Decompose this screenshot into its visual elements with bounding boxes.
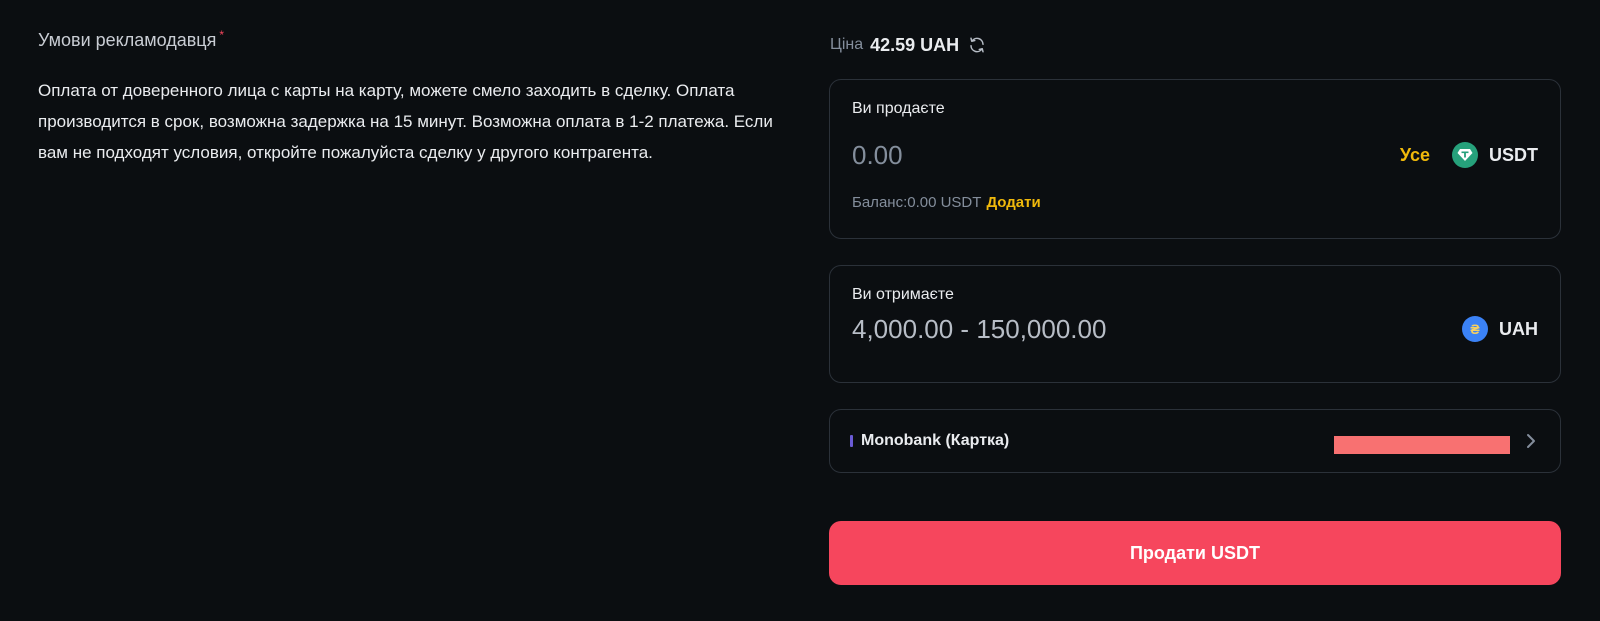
required-mark: *: [219, 28, 225, 42]
order-form: Ціна 42.59 UAH Ви продаєте Усе: [829, 30, 1561, 585]
receive-range: 4,000.00 - 150,000.00: [852, 313, 1107, 344]
max-button[interactable]: Усе: [1400, 145, 1430, 166]
terms-title-text: Умови рекламодавця: [38, 30, 217, 50]
sell-amount-row: Усе USDT: [852, 138, 1538, 172]
sell-amount-card: Ви продаєте Усе USDT Баланс:0.00: [829, 79, 1561, 239]
sell-amount-input[interactable]: [852, 139, 1400, 171]
hryvnia-icon: ₴: [1462, 316, 1488, 342]
receive-coin-label: UAH: [1499, 318, 1538, 339]
sell-usdt-button[interactable]: Продати USDT: [829, 521, 1561, 585]
receive-amount-card: Ви отримаєте 4,000.00 - 150,000.00 ₴ UAH: [829, 265, 1561, 383]
price-value: 42.59 UAH: [870, 34, 960, 55]
receive-card-label: Ви отримаєте: [852, 286, 954, 303]
sell-coin-label: USDT: [1489, 144, 1538, 165]
receive-amount-row: 4,000.00 - 150,000.00 ₴ UAH: [852, 312, 1538, 346]
balance-text: Баланс:0.00 USDT: [852, 194, 982, 211]
chevron-right-icon[interactable]: [1524, 432, 1538, 450]
balance-row: Баланс:0.00 USDT Додати: [852, 194, 1538, 211]
redacted-account: [1334, 436, 1510, 454]
payment-method-selector[interactable]: Monobank (Картка): [829, 409, 1561, 473]
deposit-link[interactable]: Додати: [986, 194, 1040, 211]
terms-title: Умови рекламодавця *: [38, 28, 225, 51]
price-row: Ціна 42.59 UAH: [829, 30, 1561, 60]
sell-coin: USDT: [1452, 142, 1538, 168]
refresh-icon[interactable]: [967, 35, 987, 55]
sell-card-label: Ви продаєте: [852, 100, 945, 117]
terms-text: Оплата от доверенного лица с карты на ка…: [38, 81, 773, 162]
payment-method-name: Monobank (Картка): [861, 432, 1010, 449]
receive-coin: ₴ UAH: [1462, 316, 1538, 342]
advertiser-terms: Умови рекламодавця * Оплата от доверенно…: [38, 28, 778, 168]
price-label: Ціна: [830, 36, 864, 53]
p2p-sell-page: Умови рекламодавця * Оплата от доверенно…: [0, 0, 1600, 621]
tether-icon: [1452, 142, 1478, 168]
payment-color-marker: [850, 435, 853, 447]
